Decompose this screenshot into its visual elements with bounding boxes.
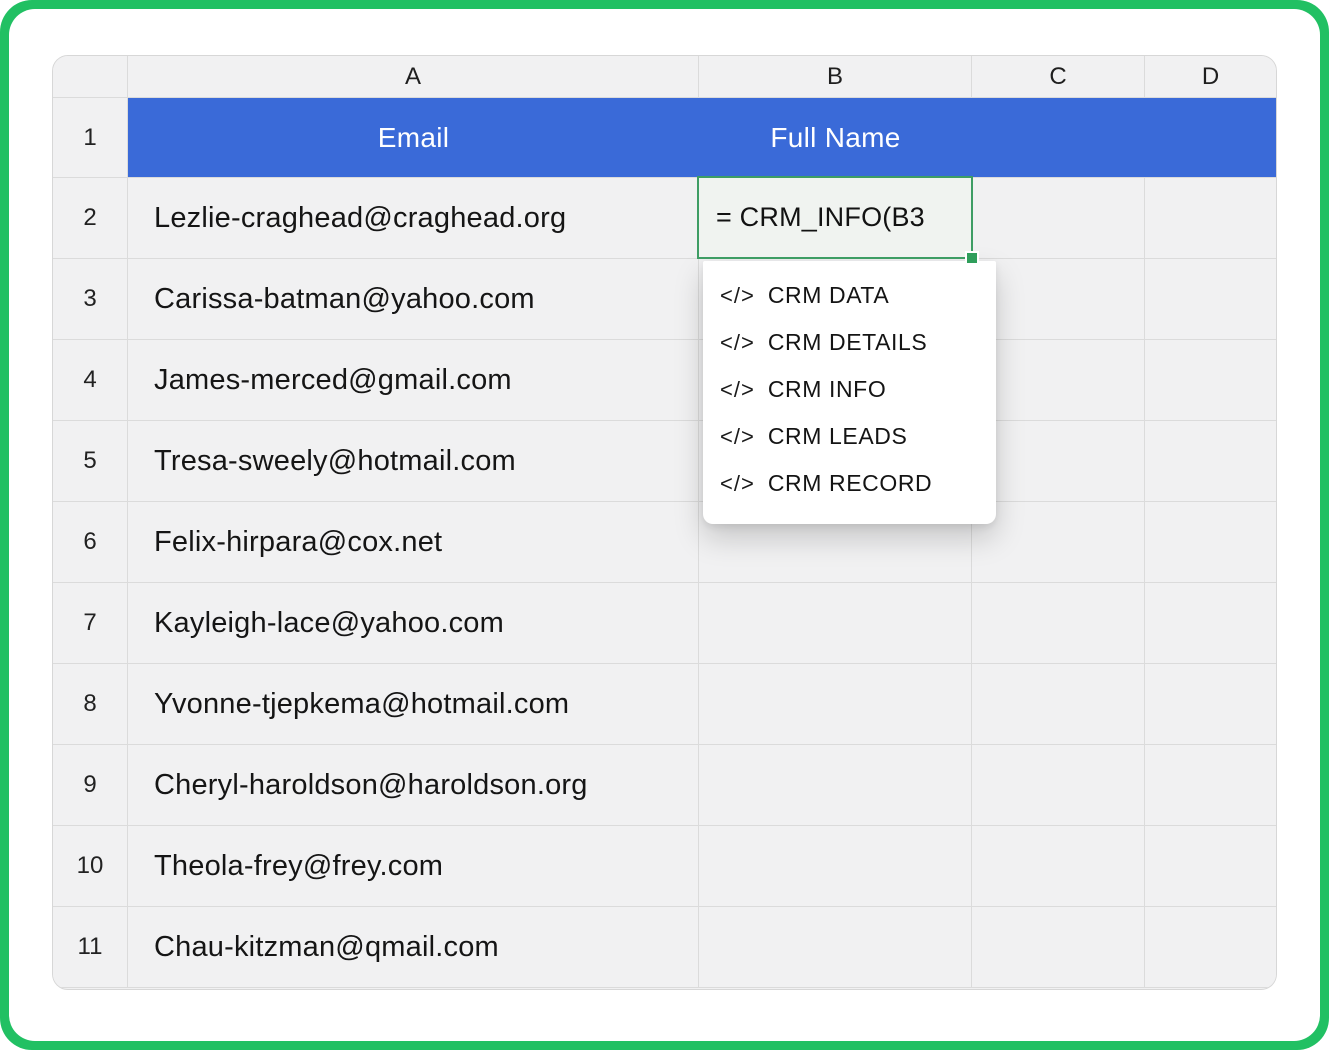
autocomplete-label: CRM INFO xyxy=(768,376,887,403)
cell-d[interactable] xyxy=(1145,664,1276,745)
table-row: 2 Lezlie-craghead@craghead.org xyxy=(53,178,1276,259)
cell-d[interactable] xyxy=(1145,583,1276,664)
table-row: 8 Yvonne-tjepkema@hotmail.com xyxy=(53,664,1276,745)
table-row: 7 Kayleigh-lace@yahoo.com xyxy=(53,583,1276,664)
table-row: 3 Carissa-batman@yahoo.com xyxy=(53,259,1276,340)
autocomplete-label: CRM DATA xyxy=(768,282,890,309)
cell-email[interactable]: Kayleigh-lace@yahoo.com xyxy=(128,583,699,664)
spreadsheet: A B C D 1 Email Full Name 2 Lezlie-cragh… xyxy=(52,55,1277,990)
row-number[interactable]: 5 xyxy=(53,421,128,502)
cell-d[interactable] xyxy=(1145,259,1276,340)
code-icon: </> xyxy=(720,424,755,450)
fill-handle[interactable] xyxy=(965,251,979,265)
row-number[interactable]: 6 xyxy=(53,502,128,583)
header-cell-full-name[interactable]: Full Name xyxy=(699,98,972,177)
corner-cell[interactable] xyxy=(53,56,128,98)
cell-email[interactable]: Tresa-sweely@hotmail.com xyxy=(128,421,699,502)
autocomplete-option-crm-leads[interactable]: </> CRM LEADS xyxy=(703,413,996,460)
cell-d[interactable] xyxy=(1145,826,1276,907)
row-number[interactable]: 3 xyxy=(53,259,128,340)
column-header-row: A B C D xyxy=(53,56,1276,98)
formula-autocomplete-dropdown: </> CRM DATA </> CRM DETAILS </> CRM INF… xyxy=(703,261,996,524)
column-header-c[interactable]: C xyxy=(972,56,1145,98)
code-icon: </> xyxy=(720,330,755,356)
cell-b[interactable] xyxy=(699,583,972,664)
cell-email[interactable]: Felix-hirpara@cox.net xyxy=(128,502,699,583)
row-number[interactable]: 7 xyxy=(53,583,128,664)
cell-c[interactable] xyxy=(972,421,1145,502)
code-icon: </> xyxy=(720,471,755,497)
autocomplete-option-crm-details[interactable]: </> CRM DETAILS xyxy=(703,319,996,366)
cell-d[interactable] xyxy=(1145,502,1276,583)
cell-c[interactable] xyxy=(972,826,1145,907)
code-icon: </> xyxy=(720,283,755,309)
header-cell-email[interactable]: Email xyxy=(128,98,699,177)
autocomplete-option-crm-record[interactable]: </> CRM RECORD xyxy=(703,460,996,507)
header-band: Email Full Name xyxy=(128,98,1276,178)
cell-d[interactable] xyxy=(1145,745,1276,826)
code-icon: </> xyxy=(720,377,755,403)
table-row: 5 Tresa-sweely@hotmail.com xyxy=(53,421,1276,502)
row-number[interactable]: 11 xyxy=(53,907,128,988)
cell-c[interactable] xyxy=(972,664,1145,745)
cell-c[interactable] xyxy=(972,583,1145,664)
cell-d[interactable] xyxy=(1145,907,1276,988)
autocomplete-label: CRM LEADS xyxy=(768,423,908,450)
autocomplete-label: CRM DETAILS xyxy=(768,329,928,356)
table-row: 11 Chau-kitzman@qmail.com xyxy=(53,907,1276,988)
cell-b[interactable] xyxy=(699,907,972,988)
row-number[interactable]: 1 xyxy=(53,98,128,178)
active-cell-b2[interactable]: = CRM_INFO(B3 xyxy=(697,176,973,259)
autocomplete-label: CRM RECORD xyxy=(768,470,932,497)
cell-c[interactable] xyxy=(972,502,1145,583)
formula-text: = CRM_INFO(B3 xyxy=(716,202,925,233)
cell-d[interactable] xyxy=(1145,178,1276,259)
row-number[interactable]: 10 xyxy=(53,826,128,907)
table-row: 9 Cheryl-haroldson@haroldson.org xyxy=(53,745,1276,826)
column-header-d[interactable]: D xyxy=(1145,56,1276,98)
table-row: 4 James-merced@gmail.com xyxy=(53,340,1276,421)
app-canvas: A B C D 1 Email Full Name 2 Lezlie-cragh… xyxy=(9,9,1320,1041)
cell-c[interactable] xyxy=(972,178,1145,259)
cell-d[interactable] xyxy=(1145,421,1276,502)
cell-c[interactable] xyxy=(972,340,1145,421)
cell-email[interactable]: Yvonne-tjepkema@hotmail.com xyxy=(128,664,699,745)
cell-email[interactable]: Chau-kitzman@qmail.com xyxy=(128,907,699,988)
table-row: 6 Felix-hirpara@cox.net xyxy=(53,502,1276,583)
cell-b[interactable] xyxy=(699,745,972,826)
column-header-b[interactable]: B xyxy=(699,56,972,98)
cell-email[interactable]: James-merced@gmail.com xyxy=(128,340,699,421)
cell-email[interactable]: Theola-frey@frey.com xyxy=(128,826,699,907)
cell-b[interactable] xyxy=(699,826,972,907)
page: A B C D 1 Email Full Name 2 Lezlie-cragh… xyxy=(0,0,1329,1050)
cell-d[interactable] xyxy=(1145,340,1276,421)
autocomplete-option-crm-data[interactable]: </> CRM DATA xyxy=(703,272,996,319)
row-number[interactable]: 2 xyxy=(53,178,128,259)
row-number[interactable]: 4 xyxy=(53,340,128,421)
cell-c[interactable] xyxy=(972,907,1145,988)
cell-b[interactable] xyxy=(699,664,972,745)
table-row: 10 Theola-frey@frey.com xyxy=(53,826,1276,907)
cell-c[interactable] xyxy=(972,745,1145,826)
cell-email[interactable]: Cheryl-haroldson@haroldson.org xyxy=(128,745,699,826)
table-header-row: 1 Email Full Name xyxy=(53,98,1276,178)
column-header-a[interactable]: A xyxy=(128,56,699,98)
row-number[interactable]: 8 xyxy=(53,664,128,745)
cell-email[interactable]: Lezlie-craghead@craghead.org xyxy=(128,178,699,259)
autocomplete-option-crm-info[interactable]: </> CRM INFO xyxy=(703,366,996,413)
cell-email[interactable]: Carissa-batman@yahoo.com xyxy=(128,259,699,340)
cell-c[interactable] xyxy=(972,259,1145,340)
row-number[interactable]: 9 xyxy=(53,745,128,826)
